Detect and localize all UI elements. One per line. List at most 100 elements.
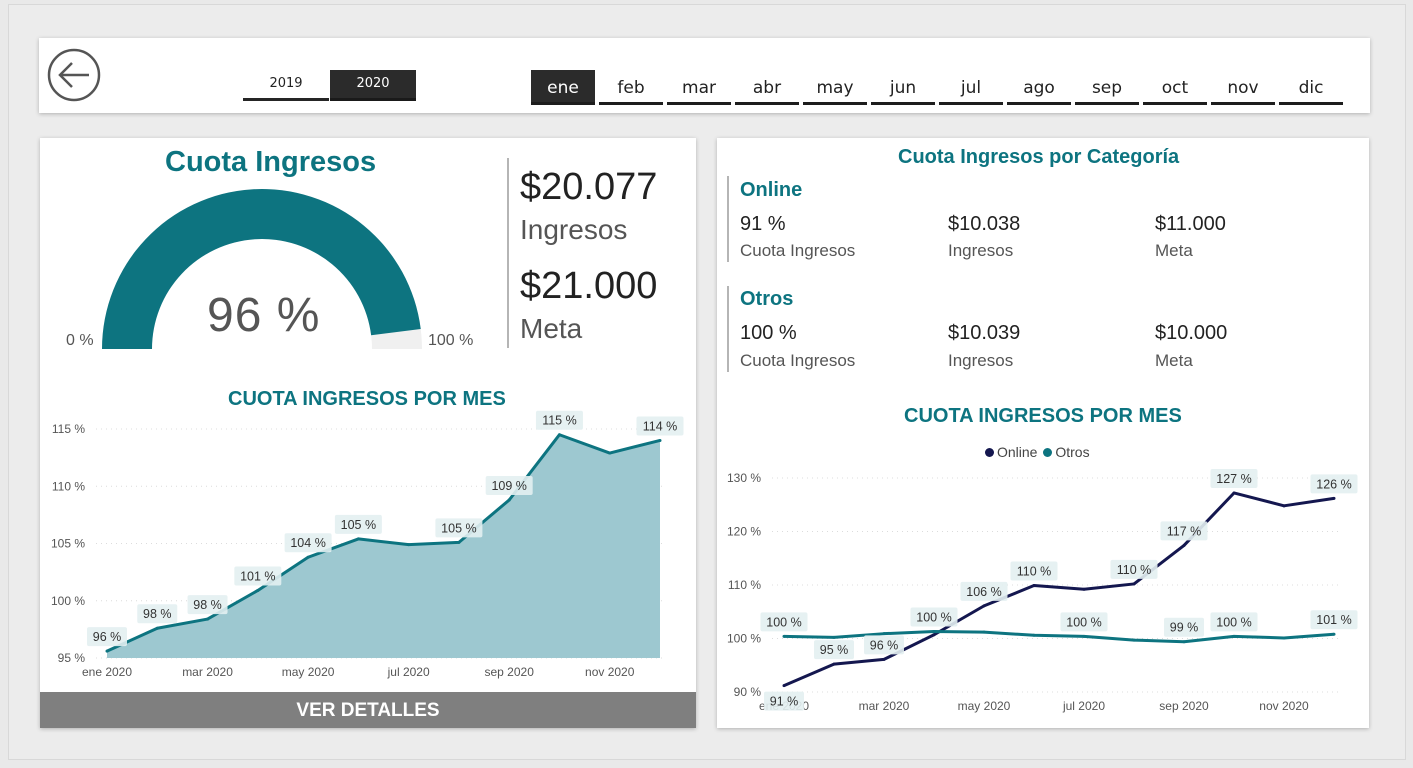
x-tick-label: jul 2020 bbox=[387, 665, 430, 679]
data-point[interactable] bbox=[982, 604, 986, 608]
data-point[interactable] bbox=[1082, 587, 1086, 591]
data-point[interactable] bbox=[206, 617, 210, 621]
data-point[interactable] bbox=[256, 588, 260, 592]
data-point[interactable] bbox=[1282, 636, 1286, 640]
series-line-online bbox=[783, 491, 1335, 687]
data-label: 104 % bbox=[290, 536, 325, 550]
month-tab-nov[interactable]: nov bbox=[1211, 70, 1275, 105]
data-point[interactable] bbox=[782, 634, 786, 638]
data-point[interactable] bbox=[407, 543, 411, 547]
data-point[interactable] bbox=[557, 433, 561, 437]
right-chart-title: CUOTA INGRESOS POR MES bbox=[904, 405, 1182, 427]
gauge-max-label: 100 % bbox=[428, 332, 474, 349]
data-label: 105 % bbox=[341, 518, 376, 532]
legend-item-online[interactable]: Online bbox=[985, 444, 1037, 460]
month-tab-mar[interactable]: mar bbox=[667, 70, 731, 105]
data-point[interactable] bbox=[155, 626, 159, 630]
legend-dot-otros bbox=[1043, 448, 1053, 457]
online-ingresos-label: Ingresos bbox=[948, 241, 1014, 260]
online-ingresos-value: $10.038 bbox=[948, 213, 1021, 235]
year-tab-2020[interactable]: 2020 bbox=[330, 70, 416, 101]
month-tab-jul[interactable]: jul bbox=[939, 70, 1003, 105]
data-point[interactable] bbox=[507, 498, 511, 502]
y-tick-label: 100 % bbox=[727, 632, 761, 646]
data-label: 100 % bbox=[1066, 615, 1101, 629]
month-tab-dic[interactable]: dic bbox=[1279, 70, 1343, 105]
data-point[interactable] bbox=[457, 540, 461, 544]
data-label: 98 % bbox=[193, 598, 222, 612]
otros-divider bbox=[727, 286, 729, 372]
data-point[interactable] bbox=[1132, 638, 1136, 642]
data-label: 91 % bbox=[770, 695, 799, 709]
left-chart-title: CUOTA INGRESOS POR MES bbox=[228, 388, 506, 410]
ver-detalles-button[interactable]: VER DETALLES bbox=[40, 692, 696, 728]
data-label: 100 % bbox=[1216, 615, 1251, 629]
x-tick-label: sep 2020 bbox=[1159, 699, 1209, 713]
data-label: 115 % bbox=[542, 414, 577, 428]
data-point[interactable] bbox=[982, 630, 986, 634]
data-label: 101 % bbox=[240, 569, 275, 583]
data-label: 98 % bbox=[143, 607, 172, 621]
gauge-value: 96 % bbox=[207, 289, 321, 342]
month-tab-feb[interactable]: feb bbox=[599, 70, 663, 105]
y-tick-label: 90 % bbox=[734, 685, 762, 699]
month-tab-may[interactable]: may bbox=[803, 70, 867, 105]
data-point[interactable] bbox=[1132, 582, 1136, 586]
otros-meta-value: $10.000 bbox=[1155, 322, 1228, 344]
data-point[interactable] bbox=[932, 633, 936, 637]
data-point[interactable] bbox=[1182, 543, 1186, 547]
data-point[interactable] bbox=[1032, 633, 1036, 637]
data-point[interactable] bbox=[782, 684, 786, 688]
data-point[interactable] bbox=[932, 630, 936, 634]
online-meta-value: $11.000 bbox=[1155, 213, 1226, 235]
data-point[interactable] bbox=[105, 649, 109, 653]
data-point[interactable] bbox=[1182, 640, 1186, 644]
data-point[interactable] bbox=[306, 555, 310, 559]
month-tab-jun[interactable]: jun bbox=[871, 70, 935, 105]
legend-dot-online bbox=[985, 448, 994, 457]
y-tick-label: 110 % bbox=[52, 479, 85, 493]
data-label: 114 % bbox=[643, 419, 678, 433]
legend-label-online: Online bbox=[997, 444, 1038, 460]
month-tab-ene[interactable]: ene bbox=[531, 70, 595, 105]
month-tab-abr[interactable]: abr bbox=[735, 70, 799, 105]
year-tab-2019[interactable]: 2019 bbox=[243, 70, 329, 101]
data-label: 110 % bbox=[1117, 563, 1152, 577]
month-tab-ago[interactable]: ago bbox=[1007, 70, 1071, 105]
data-point[interactable] bbox=[1232, 491, 1236, 495]
otros-meta-label: Meta bbox=[1155, 351, 1193, 370]
otros-cuota-label: Cuota Ingresos bbox=[740, 351, 856, 370]
data-label: 100 % bbox=[766, 615, 801, 629]
data-point[interactable] bbox=[882, 632, 886, 636]
data-point[interactable] bbox=[658, 438, 662, 442]
data-label: 101 % bbox=[1316, 613, 1351, 627]
data-label: 127 % bbox=[1216, 472, 1251, 486]
data-point[interactable] bbox=[882, 657, 886, 661]
data-point[interactable] bbox=[1282, 504, 1286, 508]
gauge-min-label: 0 % bbox=[66, 332, 94, 349]
data-label: 99 % bbox=[1170, 621, 1199, 635]
online-cuota-value: 91 % bbox=[740, 213, 786, 235]
month-tab-oct[interactable]: oct bbox=[1143, 70, 1207, 105]
data-label: 126 % bbox=[1316, 477, 1351, 491]
data-point[interactable] bbox=[1032, 584, 1036, 588]
area-fill bbox=[107, 434, 660, 658]
data-label: 95 % bbox=[820, 643, 849, 657]
y-tick-label: 100 % bbox=[51, 594, 85, 608]
legend-item-otros[interactable]: Otros bbox=[1041, 444, 1090, 460]
data-point[interactable] bbox=[1332, 632, 1336, 636]
data-point[interactable] bbox=[832, 635, 836, 639]
data-point[interactable] bbox=[1232, 634, 1236, 638]
data-point[interactable] bbox=[608, 451, 612, 455]
data-point[interactable] bbox=[356, 537, 360, 541]
month-tab-sep[interactable]: sep bbox=[1075, 70, 1139, 105]
data-label: 106 % bbox=[966, 585, 1001, 599]
line-chart: 90 %100 %110 %120 %130 %ene 2020mar 2020… bbox=[727, 468, 1358, 713]
y-tick-label: 130 % bbox=[727, 471, 761, 485]
data-point[interactable] bbox=[1332, 496, 1336, 500]
data-point[interactable] bbox=[1082, 634, 1086, 638]
x-tick-label: may 2020 bbox=[958, 699, 1011, 713]
data-point[interactable] bbox=[832, 662, 836, 666]
x-tick-label: jul 2020 bbox=[1062, 699, 1105, 713]
back-arrow-icon[interactable] bbox=[47, 48, 101, 102]
